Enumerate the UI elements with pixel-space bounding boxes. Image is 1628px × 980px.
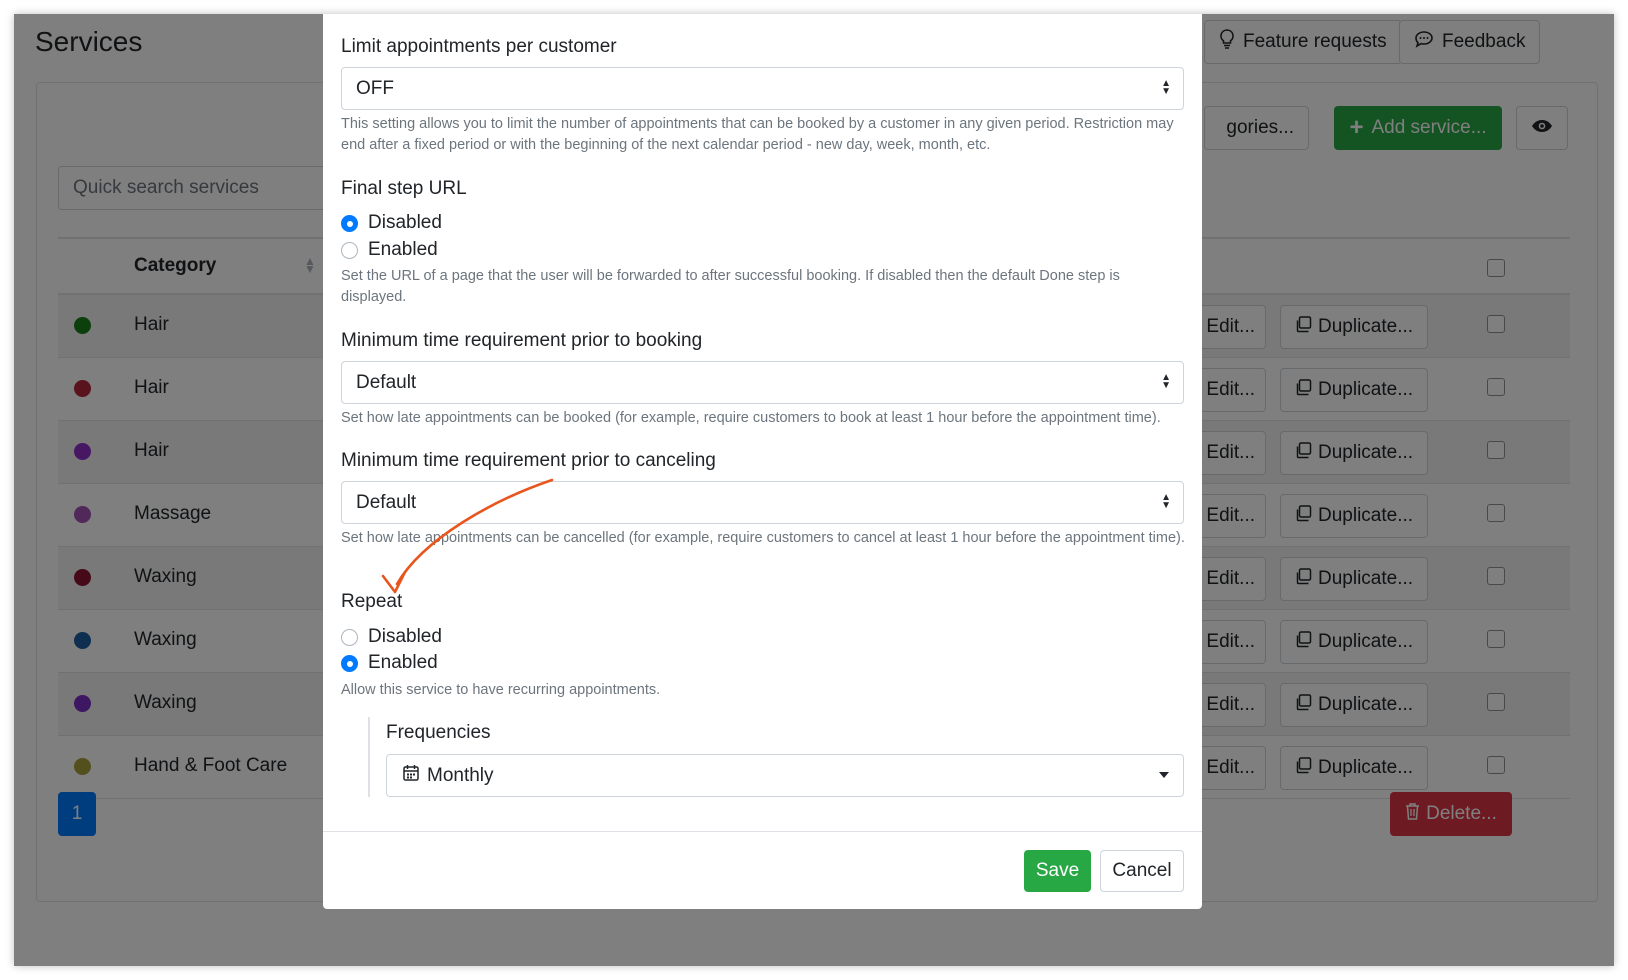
min-cancel-value: Default — [356, 491, 417, 513]
final-step-enabled-label: Enabled — [368, 239, 438, 260]
service-settings-modal: Limit appointments per customer OFF ▲ ▼ T… — [323, 14, 1202, 909]
chevron-down-icon — [1159, 772, 1169, 778]
frequencies-label: Frequencies — [386, 722, 491, 743]
final-step-disabled-option[interactable]: Disabled — [341, 212, 442, 234]
save-button[interactable]: Save — [1024, 850, 1091, 892]
repeat-disabled-label: Disabled — [368, 626, 442, 647]
limit-appointments-label: Limit appointments per customer — [341, 36, 617, 57]
frequencies-value: Monthly — [427, 764, 494, 786]
min-booking-label: Minimum time requirement prior to bookin… — [341, 330, 703, 351]
final-step-url-help: Set the URL of a page that the user will… — [341, 268, 1120, 305]
repeat-disabled-option[interactable]: Disabled — [341, 626, 442, 648]
screenshot-frame: Services Feature requests Feedback Quick… — [14, 14, 1614, 966]
limit-appointments-select[interactable]: OFF ▲ ▼ — [341, 67, 1184, 110]
frequencies-dropdown[interactable]: Monthly — [386, 754, 1184, 797]
repeat-enabled-radio[interactable] — [341, 654, 358, 672]
limit-appointments-value: OFF — [356, 77, 394, 99]
select-caret-icon: ▲ ▼ — [1161, 492, 1171, 511]
repeat-disabled-radio[interactable] — [341, 628, 358, 646]
min-booking-select[interactable]: Default ▲ ▼ — [341, 361, 1184, 404]
final-step-enabled-option[interactable]: Enabled — [341, 239, 438, 261]
limit-appointments-help: This setting allows you to limit the num… — [341, 116, 1174, 153]
repeat-label: Repeat — [341, 591, 403, 612]
min-booking-value: Default — [356, 371, 417, 393]
select-caret-icon: ▲ ▼ — [1161, 78, 1171, 97]
repeat-enabled-option[interactable]: Enabled — [341, 652, 438, 674]
min-cancel-help: Set how late appointments can be cancell… — [341, 530, 1185, 546]
calendar-icon — [403, 764, 419, 787]
select-caret-icon: ▲ ▼ — [1161, 372, 1171, 391]
modal-footer-divider — [323, 831, 1202, 832]
min-cancel-label: Minimum time requirement prior to cancel… — [341, 450, 716, 471]
repeat-help: Allow this service to have recurring app… — [341, 682, 661, 698]
frequencies-indent-bar — [368, 717, 370, 797]
final-step-disabled-radio[interactable] — [341, 214, 358, 232]
repeat-enabled-label: Enabled — [368, 652, 438, 673]
final-step-disabled-label: Disabled — [368, 212, 442, 233]
final-step-url-label: Final step URL — [341, 178, 467, 199]
cancel-button[interactable]: Cancel — [1100, 850, 1184, 892]
min-booking-help: Set how late appointments can be booked … — [341, 410, 1161, 426]
final-step-enabled-radio[interactable] — [341, 241, 358, 259]
min-cancel-select[interactable]: Default ▲ ▼ — [341, 481, 1184, 524]
